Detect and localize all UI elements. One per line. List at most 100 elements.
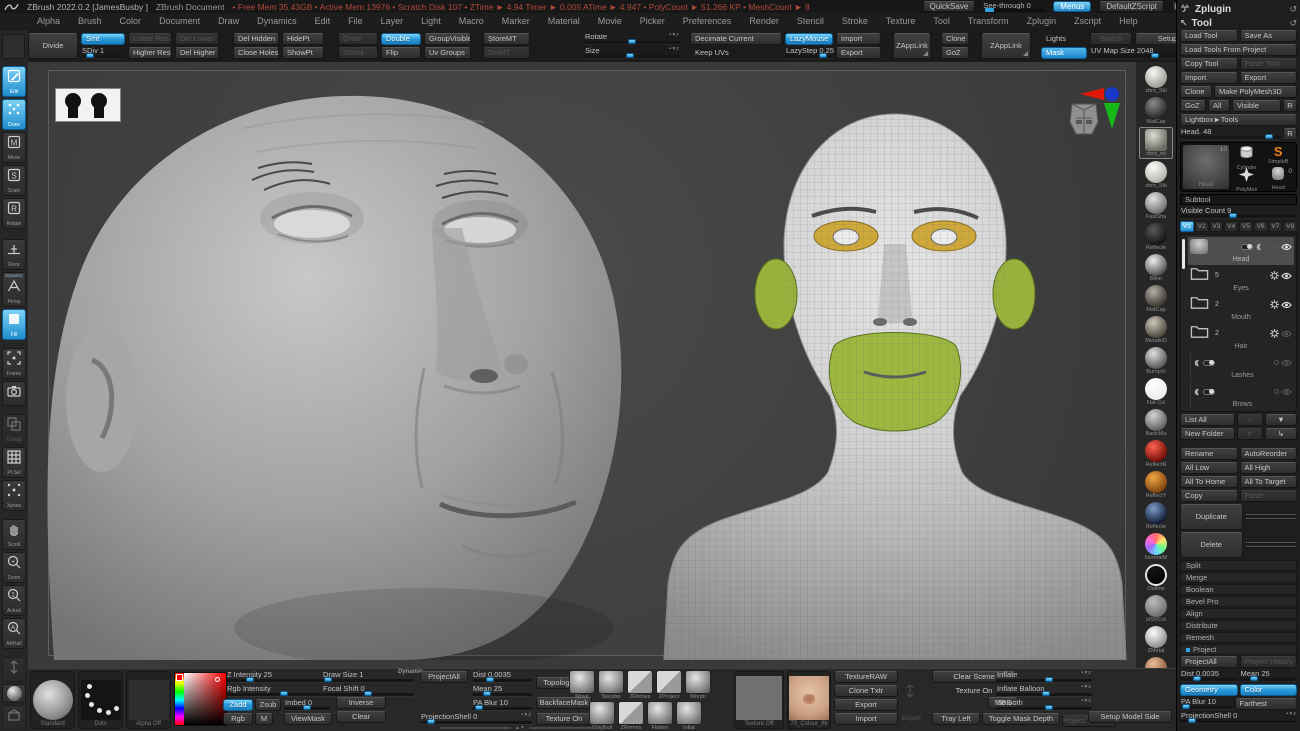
tool-pt-sel[interactable]: Pt Sel bbox=[2, 447, 26, 478]
menu-color[interactable]: Color bbox=[111, 16, 151, 26]
matcap-hsvcol[interactable]: HSVCol bbox=[1139, 594, 1173, 624]
menu-light[interactable]: Light bbox=[412, 16, 450, 26]
subtool-tab-v7[interactable]: V7 bbox=[1268, 221, 1283, 232]
slider-knob[interactable] bbox=[364, 691, 372, 696]
tool-xpose[interactable]: Xpose bbox=[2, 480, 26, 511]
tool-draw[interactable]: Draw bbox=[2, 99, 26, 130]
eye-icon[interactable] bbox=[1281, 267, 1292, 285]
slider-knob[interactable] bbox=[1044, 677, 1053, 682]
menu-brush[interactable]: Brush bbox=[69, 16, 111, 26]
brush-thumb-standard[interactable]: Standard bbox=[30, 671, 75, 729]
section-remesh[interactable]: Remesh bbox=[1180, 632, 1297, 643]
section-split[interactable]: Split bbox=[1180, 560, 1297, 571]
brush-standar[interactable]: Standar bbox=[597, 670, 625, 700]
rgb-intensity-slider[interactable]: Rgb Intensity bbox=[226, 684, 322, 697]
inflate-slider[interactable]: Inflate ▪▾z bbox=[996, 670, 1092, 683]
menus-button[interactable]: Menus bbox=[1053, 1, 1092, 12]
viewport-canvas[interactable] bbox=[28, 62, 1136, 668]
r-button[interactable]: R bbox=[1283, 100, 1297, 112]
alpha-preview[interactable] bbox=[55, 88, 121, 122]
matcap-reflectr[interactable]: ReflectR bbox=[1139, 439, 1173, 469]
tool-palette-header[interactable]: ↖ Tool ↺ bbox=[1180, 16, 1297, 30]
tool-frame[interactable]: Frame bbox=[2, 348, 26, 379]
mean-25-slider[interactable]: Mean 25 bbox=[472, 684, 532, 697]
zapplink-button[interactable]: ZAppLink bbox=[981, 33, 1031, 59]
hidept-button[interactable]: HidePt bbox=[282, 33, 324, 45]
setup-model-side-button[interactable]: Setup Model Side bbox=[1088, 711, 1172, 723]
tool-actual[interactable]: 1 Actual bbox=[2, 585, 26, 616]
divider-arrows[interactable]: ▲▼ bbox=[515, 725, 525, 731]
tool-slot[interactable] bbox=[2, 34, 25, 59]
duplicate-button[interactable]: Duplicate bbox=[1180, 504, 1243, 530]
subtool-tab-v8[interactable]: V8 bbox=[1283, 221, 1297, 232]
quicksave-button[interactable]: QuickSave bbox=[922, 1, 976, 12]
menu-draw[interactable]: Draw bbox=[209, 16, 248, 26]
lightbox-tools-button[interactable]: Lightbox►Tools bbox=[1180, 114, 1297, 126]
item-button[interactable]: ▼ bbox=[1265, 414, 1297, 426]
del-other-button[interactable]: Del Other bbox=[1244, 542, 1297, 544]
menu-file[interactable]: File bbox=[339, 16, 372, 26]
brush-zproject[interactable]: ZProject bbox=[655, 670, 683, 700]
tool-thumb-polymes[interactable]: PolyMes bbox=[1231, 167, 1263, 193]
zapplink-button[interactable]: ZAppLink bbox=[893, 33, 931, 59]
clone-txtr-button[interactable]: Clone Txtr bbox=[834, 685, 898, 697]
tool-scale[interactable]: S Scale bbox=[2, 165, 26, 196]
save-as-button[interactable]: Save As bbox=[1239, 30, 1297, 42]
goz-button[interactable]: GoZ bbox=[1180, 100, 1206, 112]
subtool-item-lashes[interactable]: Lashes bbox=[1190, 353, 1294, 381]
imbed-0-slider[interactable]: Imbed 0 bbox=[284, 698, 330, 711]
tool-move[interactable]: M Move bbox=[2, 132, 26, 163]
tool-aahalf[interactable]: A AAHalf bbox=[2, 618, 26, 649]
new-folder-button[interactable]: New Folder bbox=[1180, 428, 1235, 440]
matcap-basicma[interactable]: BasicMa bbox=[1139, 408, 1173, 438]
import-button[interactable]: Import bbox=[836, 33, 881, 45]
visible-button[interactable]: Visible bbox=[1232, 100, 1281, 112]
head-48-slider[interactable]: Head. 48 bbox=[1180, 127, 1281, 140]
menu-zplugin[interactable]: Zplugin bbox=[1018, 16, 1066, 26]
del-all-button[interactable]: Del All bbox=[1244, 546, 1297, 548]
export-button[interactable]: Export bbox=[1239, 72, 1297, 84]
section-merge[interactable]: Merge bbox=[1180, 572, 1297, 583]
all-to-home-button[interactable]: All To Home bbox=[1180, 476, 1238, 488]
gear-icon[interactable] bbox=[1270, 325, 1279, 343]
brush-morph[interactable]: Morph bbox=[684, 670, 712, 700]
all-low-button[interactable]: All Low bbox=[1180, 462, 1238, 474]
saturation-square[interactable] bbox=[184, 673, 226, 725]
menu-edit[interactable]: Edit bbox=[306, 16, 340, 26]
projectall-button[interactable]: ProjectAll bbox=[420, 671, 468, 683]
copy-button[interactable]: Copy bbox=[1180, 490, 1238, 502]
see-through-knob[interactable] bbox=[985, 7, 995, 12]
tool-thumb-head[interactable]: 0 Head bbox=[1263, 167, 1295, 191]
subtool-tab-v1[interactable]: V1 bbox=[1180, 221, 1194, 232]
tool-cam[interactable] bbox=[2, 381, 26, 406]
higher-res-button[interactable]: Higher Res bbox=[128, 47, 172, 59]
menu-marker[interactable]: Marker bbox=[493, 16, 539, 26]
uv-groups-button[interactable]: Uv Groups bbox=[424, 47, 471, 59]
rgb-button[interactable]: Rgb bbox=[223, 713, 253, 725]
menu-macro[interactable]: Macro bbox=[450, 16, 493, 26]
load-tool-button[interactable]: Load Tool bbox=[1180, 30, 1238, 42]
export-button[interactable]: Export bbox=[834, 699, 898, 711]
gear-icon[interactable] bbox=[1270, 296, 1279, 314]
divide-button[interactable]: Divide bbox=[28, 33, 78, 59]
mask-button[interactable]: Mask bbox=[1041, 47, 1087, 59]
make-polymesh3d-button[interactable]: Make PolyMesh3D bbox=[1214, 86, 1297, 98]
focal-shift-0-slider[interactable]: Focal Shift 0 bbox=[322, 684, 414, 697]
del-higher-button[interactable]: Del Higher bbox=[175, 47, 219, 59]
menu-document[interactable]: Document bbox=[150, 16, 209, 26]
inflate-balloon-slider[interactable]: Inflate Balloon ▪▾z bbox=[996, 684, 1092, 697]
geometry-button[interactable]: Geometry bbox=[1180, 684, 1238, 696]
matcap-zbro-mi[interactable]: zbro_mi bbox=[1139, 127, 1173, 159]
insert-button[interactable]: Insert bbox=[1244, 518, 1297, 520]
subtool-item-eyes[interactable]: 5 Eyes bbox=[1188, 266, 1294, 294]
color-button[interactable]: Color bbox=[1239, 684, 1297, 696]
tool-fill[interactable]: Fill bbox=[2, 309, 26, 340]
zplugin-refresh-icon[interactable]: ↺ bbox=[1289, 4, 1297, 15]
matcap-reflecty[interactable]: ReflectY bbox=[1139, 470, 1173, 500]
size-slider[interactable]: Size ▪▾z bbox=[584, 46, 680, 59]
toggle-mask-depth-button[interactable]: Toggle Mask Depth bbox=[982, 713, 1060, 725]
tool-stack[interactable] bbox=[2, 705, 26, 730]
matcap-blinn[interactable]: Blinn bbox=[1139, 253, 1173, 283]
eye-icon[interactable] bbox=[1281, 383, 1292, 401]
menu-picker[interactable]: Picker bbox=[631, 16, 674, 26]
